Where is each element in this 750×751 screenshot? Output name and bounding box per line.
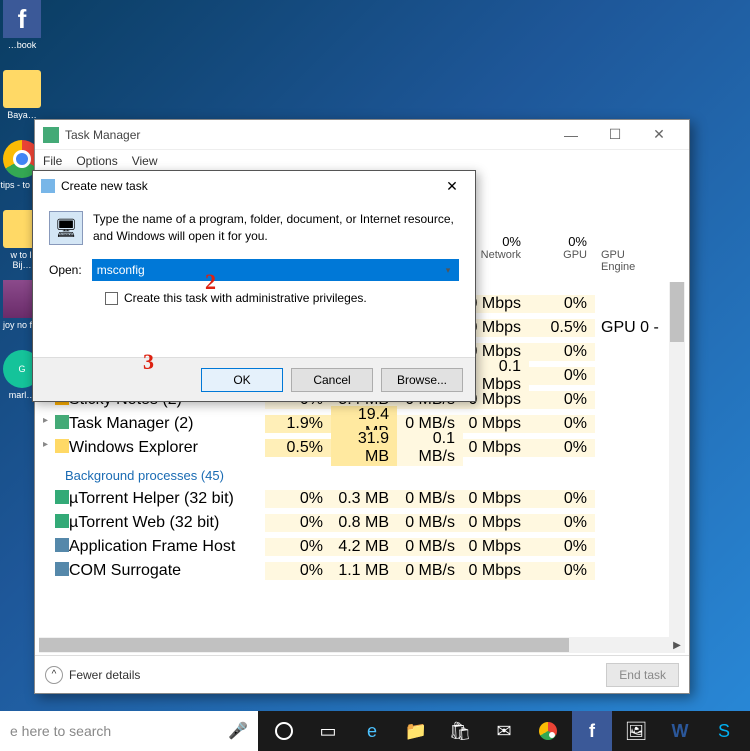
col-gpu-engine[interactable]: GPU Engine xyxy=(595,234,667,273)
mic-icon[interactable]: 🎤 xyxy=(228,721,248,741)
edge-icon[interactable]: e xyxy=(352,711,392,751)
close-button[interactable]: ✕ xyxy=(637,120,681,150)
table-row[interactable]: Application Frame Host0%4.2 MB0 MB/s0 Mb… xyxy=(39,535,667,559)
vertical-scrollbar[interactable] xyxy=(669,282,685,649)
taskview-icon[interactable]: ▭ xyxy=(308,711,348,751)
dialog-buttons: OK Cancel Browse... xyxy=(33,357,475,401)
store-icon[interactable]: 🛍 xyxy=(440,711,480,751)
dropdown-icon[interactable]: ▾ xyxy=(439,261,457,279)
app-icon xyxy=(55,562,69,576)
window-title: Task Manager xyxy=(65,128,549,142)
run-icon xyxy=(41,179,55,193)
search-placeholder: e here to search xyxy=(10,723,111,739)
explorer-icon[interactable]: 📁 xyxy=(396,711,436,751)
open-label: Open: xyxy=(49,263,82,277)
expand-icon[interactable]: ▸ xyxy=(43,415,48,426)
run-dialog-icon: 🖥 xyxy=(49,211,83,245)
table-row[interactable]: COM Surrogate0%1.1 MB0 MB/s0 Mbps0% xyxy=(39,559,667,583)
word-icon[interactable]: W xyxy=(660,711,700,751)
desktop-icon-facebook[interactable]: f…book xyxy=(0,0,44,64)
maximize-button[interactable]: ☐ xyxy=(593,120,637,150)
footer: ^ Fewer details End task xyxy=(35,655,689,693)
taskbar: e here to search 🎤 ▭ e 📁 🛍 ✉ f 🖼 W S xyxy=(0,711,750,751)
utorrent-icon xyxy=(55,514,69,528)
dialog-prompt: Type the name of a program, folder, docu… xyxy=(93,211,459,245)
facebook-icon[interactable]: f xyxy=(572,711,612,751)
menu-view[interactable]: View xyxy=(132,154,158,168)
skype-icon[interactable]: S xyxy=(704,711,744,751)
explorer-icon xyxy=(55,439,69,453)
dialog-titlebar[interactable]: Create new task ✕ xyxy=(33,171,475,201)
expand-icon[interactable]: ▸ xyxy=(43,439,48,450)
table-row[interactable]: ▸Windows Explorer0.5%31.9 MB0.1 MB/s0 Mb… xyxy=(39,436,667,460)
cancel-button[interactable]: Cancel xyxy=(291,368,373,392)
taskmgr-icon xyxy=(55,415,69,429)
create-task-dialog: Create new task ✕ 🖥 Type the name of a p… xyxy=(32,170,476,402)
admin-checkbox[interactable] xyxy=(105,292,118,305)
menu-options[interactable]: Options xyxy=(76,154,117,168)
admin-label: Create this task with administrative pri… xyxy=(124,291,367,305)
end-task-button[interactable]: End task xyxy=(606,663,679,687)
ok-button[interactable]: OK xyxy=(201,368,283,392)
photos-icon[interactable]: 🖼 xyxy=(616,711,656,751)
table-row[interactable]: µTorrent Web (32 bit)0%0.8 MB0 MB/s0 Mbp… xyxy=(39,511,667,535)
table-row[interactable]: µTorrent Helper (32 bit)0%0.3 MB0 MB/s0 … xyxy=(39,487,667,511)
scrollbar-thumb[interactable] xyxy=(39,638,569,652)
chevron-up-icon: ^ xyxy=(45,666,63,684)
chrome-icon[interactable] xyxy=(528,711,568,751)
scrollbar-thumb[interactable] xyxy=(670,282,684,342)
minimize-button[interactable]: — xyxy=(549,120,593,150)
utorrent-icon xyxy=(55,490,69,504)
open-combobox[interactable]: ▾ xyxy=(92,259,459,281)
col-gpu[interactable]: 0%GPU xyxy=(529,234,595,273)
fewer-details-button[interactable]: ^ Fewer details xyxy=(45,666,140,684)
menu-file[interactable]: File xyxy=(43,154,62,168)
search-box[interactable]: e here to search 🎤 xyxy=(0,711,258,751)
dialog-title: Create new task xyxy=(61,179,437,193)
annotation-2: 2 xyxy=(205,269,216,295)
menubar: File Options View xyxy=(35,150,689,172)
titlebar[interactable]: Task Manager — ☐ ✕ xyxy=(35,120,689,150)
scroll-right-arrow[interactable]: ▶ xyxy=(669,637,685,653)
close-button[interactable]: ✕ xyxy=(437,178,467,195)
annotation-3: 3 xyxy=(143,349,154,375)
open-input[interactable] xyxy=(92,259,459,281)
horizontal-scrollbar[interactable]: ▶ xyxy=(39,637,669,653)
taskmgr-icon xyxy=(43,127,59,143)
cortana-icon[interactable] xyxy=(264,711,304,751)
app-icon xyxy=(55,538,69,552)
browse-button[interactable]: Browse... xyxy=(381,368,463,392)
mail-icon[interactable]: ✉ xyxy=(484,711,524,751)
